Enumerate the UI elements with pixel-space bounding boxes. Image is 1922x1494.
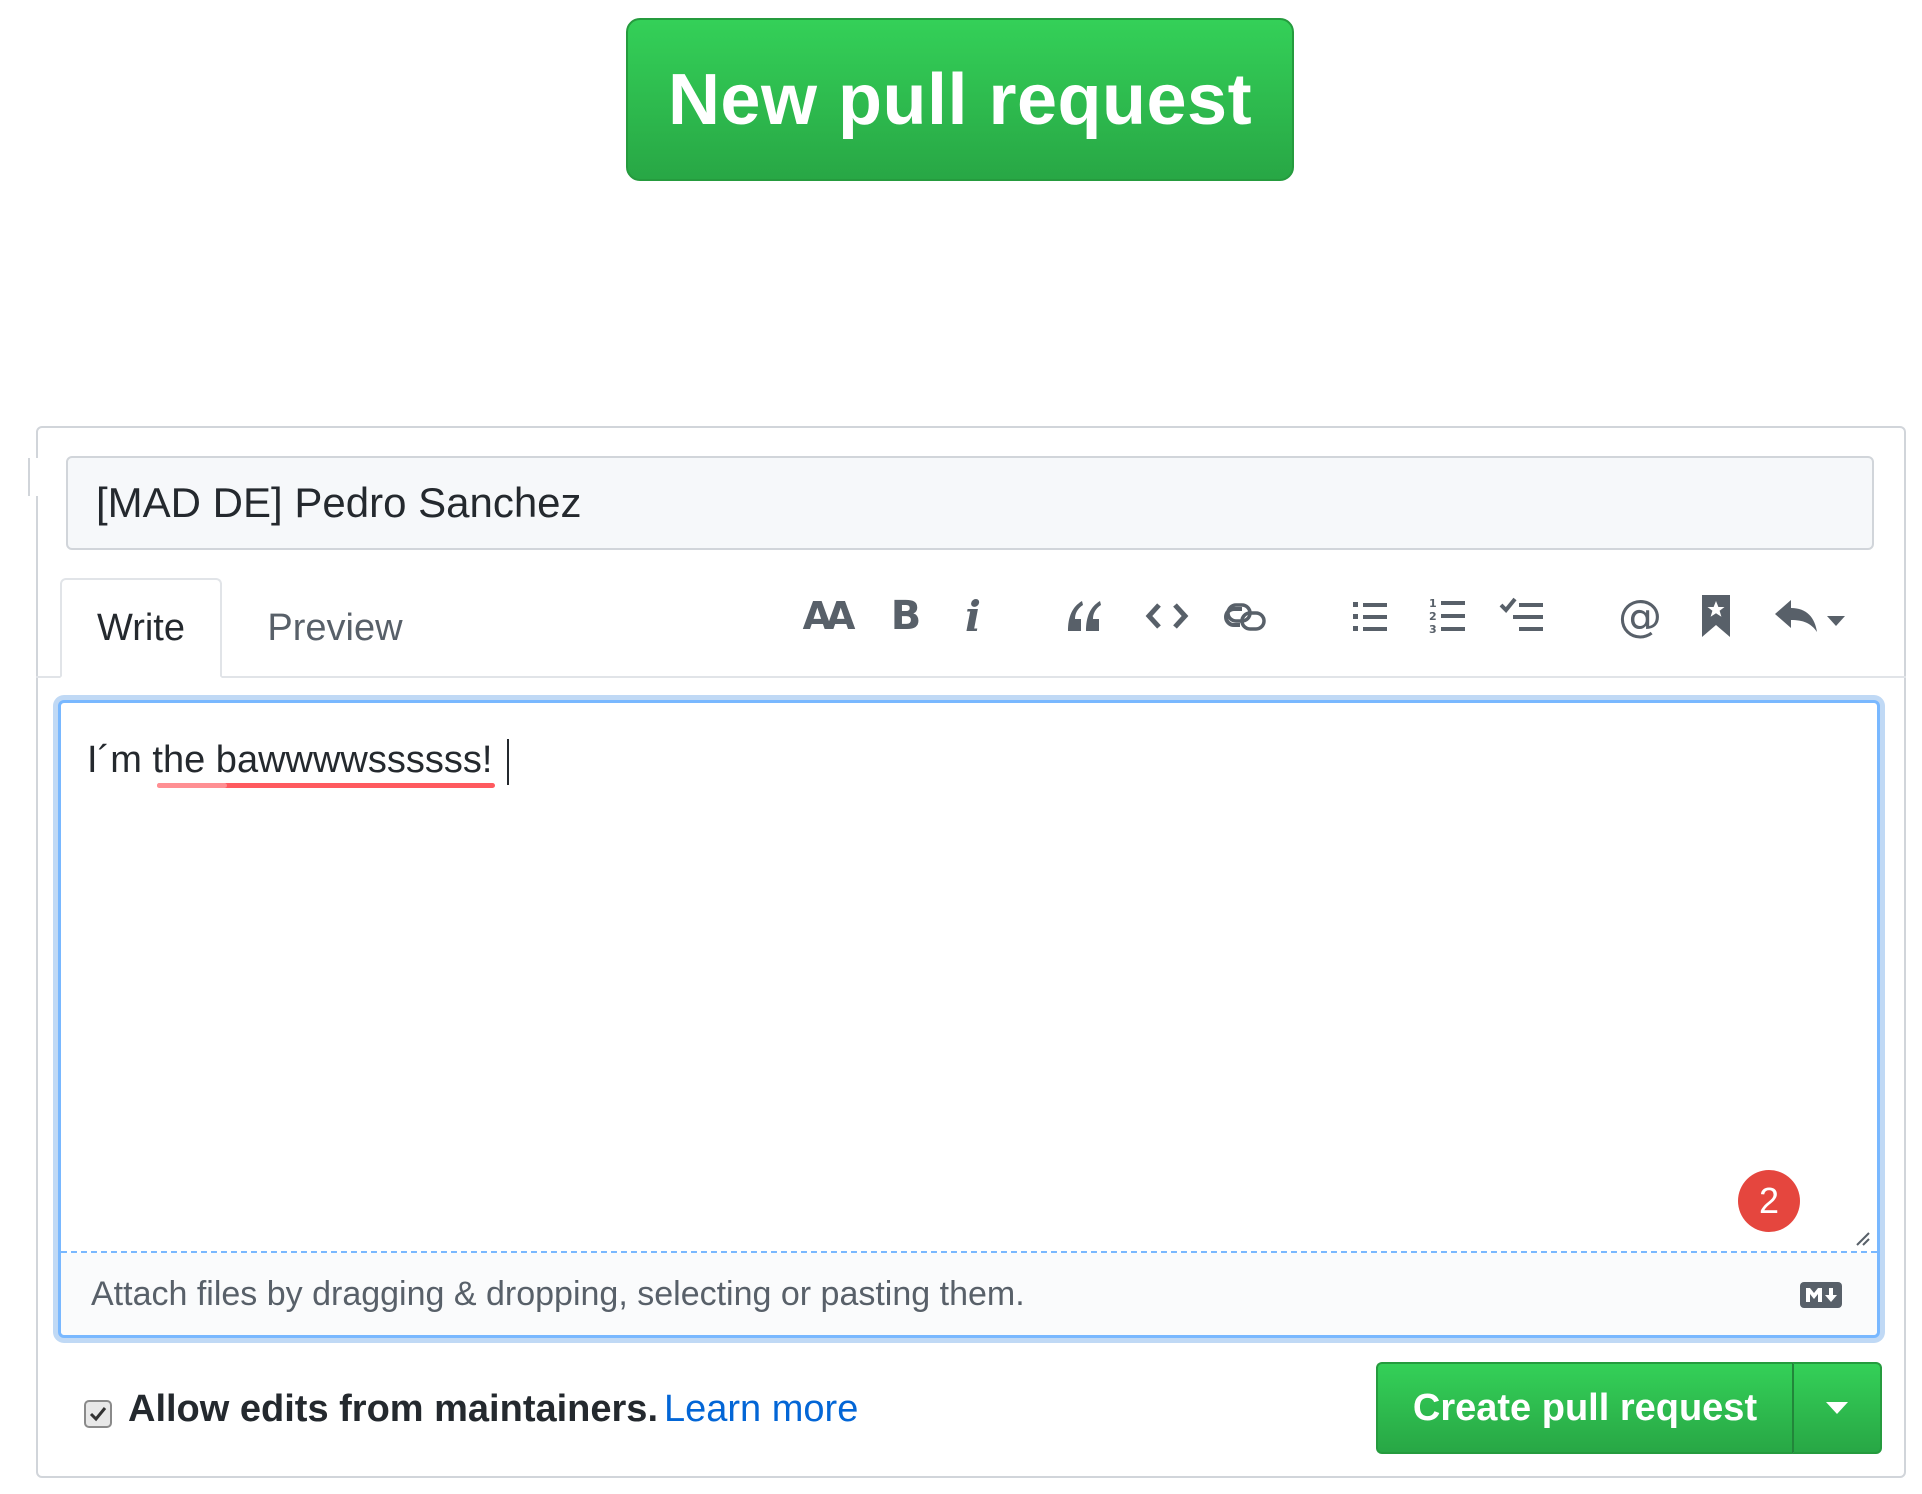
pr-body-textarea[interactable]: I´m the bawwwwssssss! Attach files by dr… (58, 700, 1880, 1338)
svg-text:1: 1 (1429, 597, 1437, 610)
text-caret (507, 739, 509, 785)
resize-grip-icon[interactable] (1853, 1229, 1871, 1252)
ordered-list-icon[interactable]: 1 2 3 (1428, 590, 1468, 642)
tab-write[interactable]: Write (60, 578, 222, 678)
svg-text:2: 2 (1429, 610, 1437, 623)
link-icon[interactable] (1220, 590, 1272, 642)
text-size-glyph: AA (802, 594, 856, 638)
notification-badge: 2 (1738, 1170, 1800, 1232)
unordered-list-icon[interactable] (1350, 590, 1390, 642)
bookmark-icon[interactable] (1698, 590, 1734, 642)
bold-glyph: B (890, 593, 922, 639)
attach-hint: Attach files by dragging & dropping, sel… (91, 1275, 1025, 1313)
mention-icon[interactable]: @ (1616, 590, 1664, 642)
page: New pull request [MAD DE] Pedro Sanchez … (0, 0, 1922, 1494)
bold-icon[interactable]: B (886, 590, 926, 642)
create-pull-request-button[interactable]: Create pull request (1376, 1362, 1792, 1454)
quote-icon[interactable] (1062, 590, 1106, 642)
markdown-icon[interactable] (1799, 1281, 1843, 1314)
code-icon[interactable] (1142, 590, 1192, 642)
task-list-icon[interactable] (1498, 590, 1546, 642)
learn-more-link[interactable]: Learn more (664, 1388, 858, 1431)
chevron-down-icon (1826, 1402, 1848, 1414)
form-pointer-notch (28, 458, 44, 496)
tab-preview[interactable]: Preview (240, 578, 430, 678)
allow-edits-label: Allow edits from maintainers. (128, 1388, 658, 1430)
pr-title-input[interactable]: [MAD DE] Pedro Sanchez (66, 456, 1874, 550)
svg-text:3: 3 (1429, 623, 1437, 636)
pr-body-text: I´m the bawwwwssssss! (87, 739, 493, 781)
reply-icon[interactable] (1770, 590, 1848, 642)
text-size-icon[interactable]: AA (800, 590, 856, 642)
new-pull-request-button[interactable]: New pull request (626, 18, 1294, 181)
create-options-dropdown[interactable] (1792, 1362, 1882, 1454)
italic-glyph: i (965, 591, 981, 641)
spellcheck-underline-start (157, 783, 227, 788)
allow-edits-checkbox[interactable] (84, 1400, 112, 1428)
italic-icon[interactable]: i (958, 590, 988, 642)
mention-glyph: @ (1618, 590, 1662, 642)
file-attach-area[interactable]: Attach files by dragging & dropping, sel… (61, 1253, 1877, 1335)
